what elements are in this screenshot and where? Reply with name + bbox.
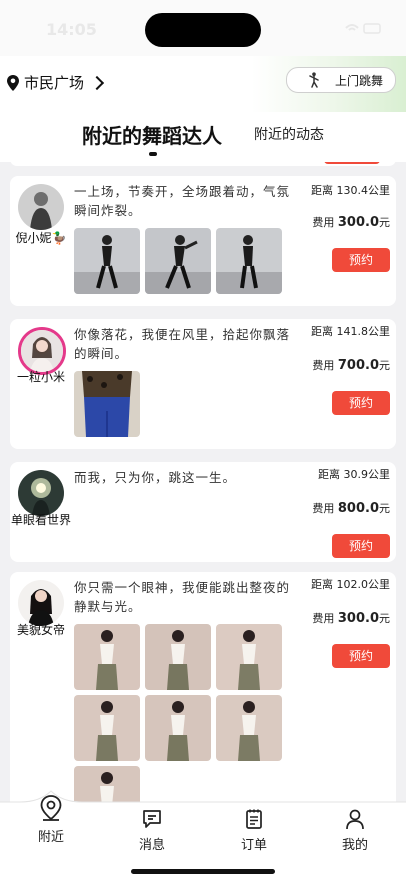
book-button[interactable]: 预约 [332,644,390,668]
dancer-card[interactable]: 倪小妮🦆 一上场，节奏开，全场跟着动，气氛瞬间炸裂。 距离 130.4公里 费用… [10,176,396,306]
home-dance-service-button[interactable]: 上门跳舞 [286,67,396,93]
dancer-card[interactable]: 美貌女帝 你只需一个眼神，我便能跳出整夜的静默与光。 距离 102.0公里 费用… [10,572,396,802]
status-icons [345,23,381,34]
location-pin-icon [7,74,19,91]
location-selector[interactable]: 市民广场 [6,72,105,93]
tab-nearby-dancers[interactable]: 附近的舞蹈达人 [82,120,222,149]
nav-messages[interactable]: 消息 [112,808,192,853]
dancer-icon [309,72,319,88]
dancer-card[interactable]: 单眼看世界 而我，只为你，跳这一生。 距离 30.9公里 费用 800.0元 预… [10,462,396,562]
dancer-name: 一粒小米 [16,370,65,384]
book-button[interactable]: 预约 [332,534,390,558]
location-label: 市民广场 [24,74,85,92]
tab-bar: 附近的舞蹈达人 附近的动态 [0,112,406,162]
dancer-bio: 一上场，节奏开，全场跟着动，气氛瞬间炸裂。 [74,184,291,218]
dance-photo[interactable] [74,624,140,690]
fee-amount: 800.0 [337,501,379,516]
message-icon [143,810,161,828]
dancer-bio: 你只需一个眼神，我便能跳出整夜的静默与光。 [74,580,291,614]
nav-label: 消息 [138,838,165,853]
fee-amount: 300.0 [337,611,379,626]
nav-orders[interactable]: 订单 [214,808,294,853]
fee-label: 费用 300.0元 [312,611,390,626]
status-time: 14:05 [46,20,97,39]
avatar[interactable] [18,580,64,626]
service-button-label: 上门跳舞 [335,73,384,88]
user-icon [346,809,364,830]
dance-photo[interactable] [145,624,211,690]
dancer-name: 倪小妮🦆 [15,231,67,245]
dance-photo[interactable] [145,228,211,294]
previous-card [10,162,396,166]
fee-label: 费用 300.0元 [312,215,390,230]
dancer-name: 美貌女帝 [16,623,65,637]
book-button[interactable]: 预约 [332,391,390,415]
fee-amount: 700.0 [337,358,379,373]
dance-photo[interactable] [216,624,282,690]
order-icon [246,809,262,829]
avatar[interactable] [18,470,64,516]
chevron-right-icon [89,75,105,91]
dance-photo[interactable] [74,695,140,761]
dancer-card[interactable]: 一粒小米 你像落花，我便在风里，拾起你飘落的瞬间。 距离 141.8公里 费用 … [10,319,396,449]
nav-nearby[interactable]: 附近 [11,794,91,845]
nav-label: 订单 [240,838,267,853]
dancer-bio: 而我，只为你，跳这一生。 [74,470,237,485]
tab-active-indicator [149,152,157,156]
fee-label: 费用 700.0元 [312,358,390,373]
location-pin-icon [40,795,62,821]
dancer-feed[interactable]: 倪小妮🦆 一上场，节奏开，全场跟着动，气氛瞬间炸裂。 距离 130.4公里 费用… [0,162,406,802]
home-indicator [131,869,275,874]
dynamic-island [145,13,261,47]
dance-photo[interactable] [216,695,282,761]
distance-label: 距离 30.9公里 [318,468,390,481]
dance-photo[interactable] [145,695,211,761]
nav-label: 我的 [341,838,368,853]
dancer-name: 单眼看世界 [10,513,71,527]
distance-label: 距离 141.8公里 [311,325,390,338]
avatar[interactable] [18,184,64,230]
book-button[interactable]: 预约 [332,248,390,272]
nav-profile[interactable]: 我的 [315,808,395,853]
nav-label: 附近 [37,830,64,845]
dance-photo[interactable] [216,228,282,294]
avatar[interactable] [18,327,66,375]
distance-label: 距离 130.4公里 [311,184,390,197]
dancer-bio: 你像落花，我便在风里，拾起你飘落的瞬间。 [74,327,291,361]
status-bar: 14:05 [0,0,406,56]
dance-photo[interactable] [74,371,140,437]
tab-nearby-posts[interactable]: 附近的动态 [254,124,324,144]
dance-photo[interactable] [74,228,140,294]
bottom-nav: 附近 消息 订单 我的 [0,790,406,883]
previous-book-button[interactable] [324,162,380,164]
distance-label: 距离 102.0公里 [311,578,390,591]
fee-label: 费用 800.0元 [312,501,390,516]
fee-amount: 300.0 [337,215,379,230]
top-bar: 市民广场 上门跳舞 [0,56,406,112]
